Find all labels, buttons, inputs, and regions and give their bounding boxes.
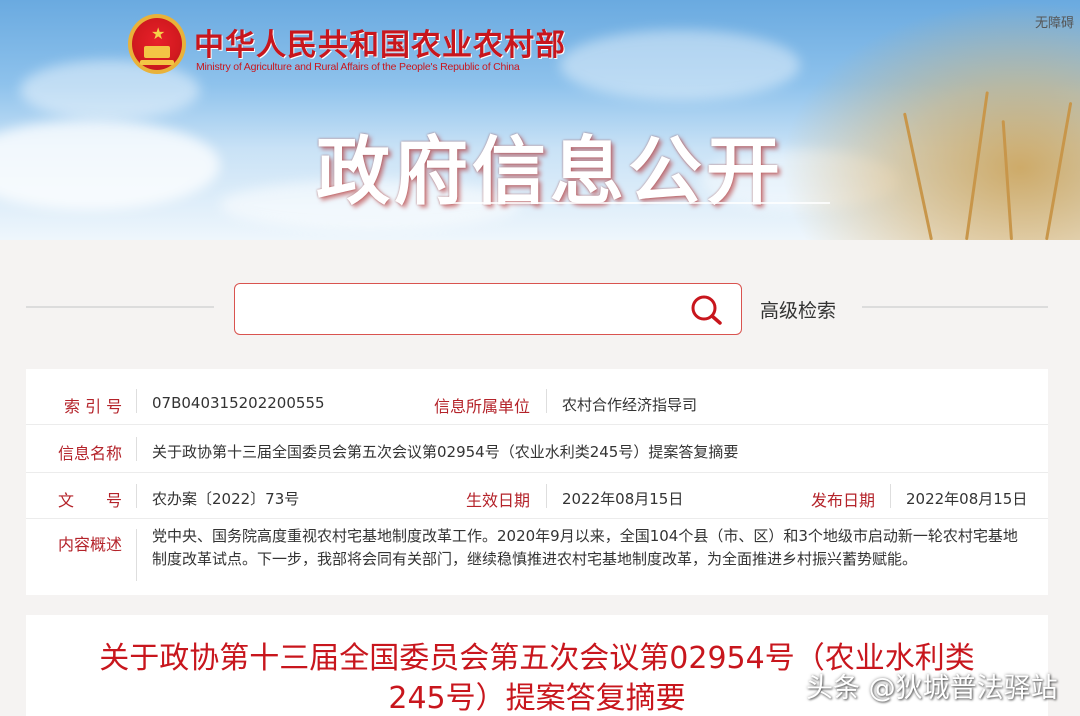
banner-cloud: [0, 120, 220, 210]
column-divider: [890, 484, 891, 508]
column-divider: [136, 389, 137, 413]
wheat-decoration: [780, 0, 1080, 240]
meta-row-doc: 文 号 农办案〔2022〕73号 生效日期 2022年08月15日 发布日期 2…: [26, 473, 1048, 519]
search-input[interactable]: [234, 283, 742, 335]
column-divider: [136, 529, 137, 581]
doc-number-value: 农办案〔2022〕73号: [152, 490, 300, 508]
meta-row-summary: 内容概述 党中央、国务院高度重视农村宅基地制度改革工作。2020年9月以来，全国…: [26, 519, 1048, 595]
column-divider: [136, 437, 137, 461]
emblem-gate-icon: [144, 46, 170, 58]
column-divider: [546, 389, 547, 413]
meta-row-name: 信息名称 关于政协第十三届全国委员会第五次会议第02954号（农业水利类245号…: [26, 425, 1048, 473]
search-icon[interactable]: [689, 294, 723, 326]
unit-label: 信息所属单位: [434, 397, 531, 416]
ministry-name-en: Ministry of Agriculture and Rural Affair…: [196, 61, 520, 73]
national-emblem-icon[interactable]: ★: [128, 14, 186, 74]
metadata-table: 索 引 号 07B040315202200555 信息所属单位 农村合作经济指导…: [26, 369, 1048, 595]
index-label: 索 引 号: [64, 397, 123, 416]
column-divider: [546, 484, 547, 508]
index-value: 07B040315202200555: [152, 394, 325, 412]
accessibility-link[interactable]: 无障碍: [1035, 12, 1074, 31]
unit-value: 农村合作经济指导司: [562, 396, 698, 414]
effective-date-label: 生效日期: [466, 491, 531, 510]
publish-date-label: 发布日期: [811, 491, 876, 510]
emblem-base-icon: [140, 60, 174, 65]
summary-value: 党中央、国务院高度重视农村宅基地制度改革工作。2020年9月以来，全国104个县…: [152, 527, 1018, 568]
header-banner: ★ 中华人民共和国农业农村部 Ministry of Agriculture a…: [0, 0, 1080, 240]
emblem-star-icon: ★: [151, 24, 166, 43]
name-label: 信息名称: [58, 444, 123, 463]
banner-cloud: [560, 30, 800, 100]
doc-number-label: 文 号: [58, 491, 123, 510]
summary-label: 内容概述: [58, 535, 123, 554]
column-divider: [136, 484, 137, 508]
ministry-name-cn[interactable]: 中华人民共和国农业农村部: [194, 20, 566, 64]
name-value: 关于政协第十三届全国委员会第五次会议第02954号（农业水利类245号）提案答复…: [152, 443, 739, 461]
search-divider-right: [862, 306, 1048, 308]
advanced-search-link[interactable]: 高级检索: [760, 296, 836, 323]
effective-date-value: 2022年08月15日: [562, 490, 684, 508]
title-underline: [440, 202, 830, 204]
publish-date-value: 2022年08月15日: [906, 490, 1028, 508]
meta-row-index: 索 引 号 07B040315202200555 信息所属单位 农村合作经济指导…: [26, 369, 1048, 425]
search-divider-left: [26, 306, 214, 308]
source-watermark: 头条 @狄城普法驿站: [806, 673, 1058, 704]
